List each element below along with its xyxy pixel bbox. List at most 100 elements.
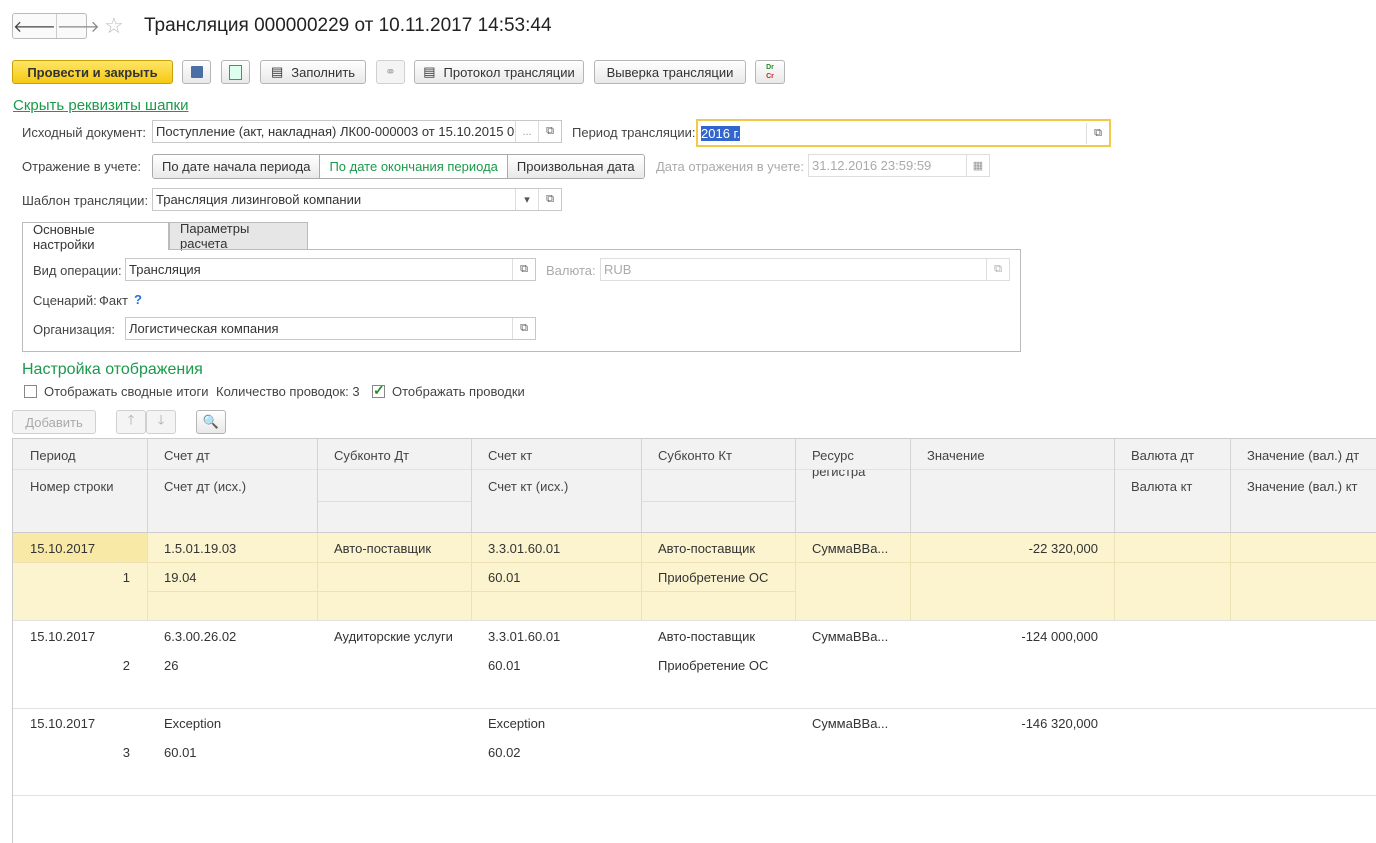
cell-acc-dt-src: 60.01: [164, 745, 197, 760]
open-icon[interactable]: ⧉: [986, 259, 1009, 280]
open-icon[interactable]: ⧉: [512, 318, 535, 339]
protocol-label: Протокол трансляции: [443, 64, 575, 80]
period-value: 2016 г.: [701, 125, 741, 141]
forward-arrow-icon[interactable]: 🡒: [55, 14, 100, 38]
cell-acc-dt: Exception: [164, 716, 222, 731]
window-title: Трансляция 000000229 от 10.11.2017 14:53…: [144, 15, 552, 36]
move-down-button[interactable]: 🡓: [146, 410, 176, 434]
cell-acc-kt: Exception: [488, 716, 546, 731]
cell-resource: СуммаВВа...: [812, 541, 889, 556]
operation-field[interactable]: Трансляция ⧉: [125, 258, 536, 281]
back-arrow-icon[interactable]: 🡐: [13, 14, 56, 38]
operation-label: Вид операции:: [33, 263, 122, 278]
cell-subconto-dt: Аудиторские услуги: [334, 629, 453, 644]
open-icon[interactable]: ⧉: [512, 259, 535, 280]
organization-label: Организация:: [33, 322, 116, 337]
cell-subconto-kt-2: Приобретение ОС: [658, 658, 769, 673]
favorite-star-icon[interactable]: ☆: [104, 13, 124, 39]
show-entries-checkbox[interactable]: [372, 382, 385, 399]
col-acc-kt-src[interactable]: Счет кт (исх.): [488, 479, 568, 494]
reflect-date-label: Дата отражения в учете:: [656, 159, 805, 174]
organization-value: Логистическая компания: [129, 321, 279, 336]
col-line-no[interactable]: Номер строки: [30, 479, 114, 494]
col-val-cur-kt[interactable]: Значение (вал.) кт: [1247, 479, 1358, 494]
open-icon[interactable]: ⧉: [538, 121, 561, 142]
open-icon[interactable]: ⧉: [1086, 122, 1109, 144]
cell-acc-kt: 3.3.01.60.01: [488, 629, 561, 644]
col-resource[interactable]: Ресурс регистра: [812, 448, 902, 480]
link-icon: ⚭: [385, 64, 396, 79]
col-val-cur-dt[interactable]: Значение (вал.) дт: [1247, 448, 1359, 463]
organization-field[interactable]: Логистическая компания ⧉: [125, 317, 536, 340]
cell-acc-kt-src: 60.01: [488, 658, 521, 673]
arbitrary-date-option[interactable]: Произвольная дата: [506, 155, 644, 178]
save-button[interactable]: [182, 60, 211, 84]
cell-resource: СуммаВВа...: [812, 629, 889, 644]
hide-header-link[interactable]: Скрыть реквизиты шапки: [13, 97, 188, 114]
source-doc-label: Исходный документ:: [22, 125, 147, 140]
template-label: Шаблон трансляции:: [22, 193, 149, 208]
period-field[interactable]: 2016 г. ⧉: [696, 119, 1111, 147]
link-button[interactable]: ⚭: [376, 60, 405, 84]
cell-acc-dt: 1.5.01.19.03: [164, 541, 237, 556]
currency-field[interactable]: RUB ⧉: [600, 258, 1010, 281]
table-row[interactable]: 15.10.2017 1 1.5.01.19.03 19.04 Авто-пос…: [13, 533, 1376, 621]
post-button[interactable]: [221, 60, 250, 84]
currency-value: RUB: [604, 262, 632, 277]
col-acc-kt[interactable]: Счет кт: [488, 448, 532, 463]
col-subconto-dt[interactable]: Субконто Дт: [334, 448, 409, 463]
by-period-end-option[interactable]: По дате окончания периода: [319, 155, 507, 178]
reflect-date-field[interactable]: 31.12.2016 23:59:59 ▦: [808, 154, 990, 177]
cell-acc-dt-src: 19.04: [164, 570, 197, 585]
show-totals-checkbox[interactable]: [24, 385, 37, 398]
move-up-button[interactable]: 🡑: [116, 410, 146, 434]
col-acc-dt-src[interactable]: Счет дт (исх.): [164, 479, 246, 494]
cell-line-no: 2: [122, 658, 130, 673]
reconcile-button[interactable]: Выверка трансляции: [594, 60, 746, 84]
post-document-icon: [229, 64, 242, 80]
arrow-down-icon: 🡓: [157, 412, 165, 427]
cell-acc-kt-src: 60.01: [488, 570, 521, 585]
arrow-up-icon: 🡑: [127, 412, 135, 427]
col-value[interactable]: Значение: [927, 448, 985, 463]
find-button[interactable]: 🔍: [196, 410, 226, 434]
col-period[interactable]: Период: [30, 448, 76, 463]
cell-value: -22 320,000: [1028, 541, 1098, 556]
cell-acc-kt-src: 60.02: [488, 745, 521, 760]
cell-period: 15.10.2017: [30, 541, 96, 556]
post-and-close-button[interactable]: Провести и закрыть: [12, 60, 173, 84]
cell-acc-kt: 3.3.01.60.01: [488, 541, 561, 556]
cell-value: -124 000,000: [1021, 629, 1098, 644]
tab-calc-params[interactable]: Параметры расчета: [169, 221, 308, 251]
table-row[interactable]: 15.10.2017 3 Exception 60.01 Exception 6…: [13, 708, 1376, 796]
protocol-button[interactable]: ▤ Протокол трансляции: [414, 60, 584, 84]
table-row[interactable]: 15.10.2017 2 6.3.00.26.02 26 Аудиторские…: [13, 621, 1376, 709]
template-field[interactable]: Трансляция лизинговой компании ▾ ⧉: [152, 188, 562, 211]
cell-acc-dt: 6.3.00.26.02: [164, 629, 237, 644]
help-icon[interactable]: ?: [134, 292, 142, 307]
nav-buttons: 🡐 🡒: [12, 13, 100, 39]
select-dots-button[interactable]: ...: [515, 121, 538, 142]
chevron-down-icon[interactable]: ▾: [515, 189, 538, 210]
col-acc-dt[interactable]: Счет дт: [164, 448, 210, 463]
col-cur-dt[interactable]: Валюта дт: [1131, 448, 1194, 463]
accounting-label: Отражение в учете:: [22, 159, 141, 174]
col-cur-kt[interactable]: Валюта кт: [1131, 479, 1192, 494]
cell-line-no: 3: [122, 745, 130, 760]
open-icon[interactable]: ⧉: [538, 189, 561, 210]
table-header: Период Номер строки Счет дт Счет дт (исх…: [13, 439, 1376, 533]
fill-button[interactable]: ▤ Заполнить: [260, 60, 366, 84]
show-totals-label: Отображать сводные итоги: [44, 384, 209, 399]
add-button[interactable]: Добавить: [12, 410, 96, 434]
by-period-start-option[interactable]: По дате начала периода: [153, 155, 320, 178]
fill-icon: ▤: [270, 64, 284, 79]
dr-cr-icon: Dr Cr: [766, 64, 774, 80]
reflect-date-value: 31.12.2016 23:59:59: [812, 158, 932, 173]
entries-count: Количество проводок: 3: [216, 384, 360, 399]
dr-cr-button[interactable]: Dr Cr: [755, 60, 785, 84]
tab-main-settings[interactable]: Основные настройки: [22, 222, 169, 252]
calendar-icon[interactable]: ▦: [966, 155, 989, 176]
currency-label: Валюта:: [546, 263, 596, 278]
col-subconto-kt[interactable]: Субконто Кт: [658, 448, 732, 463]
source-doc-field[interactable]: Поступление (акт, накладная) ЛК00-000003…: [152, 120, 562, 143]
